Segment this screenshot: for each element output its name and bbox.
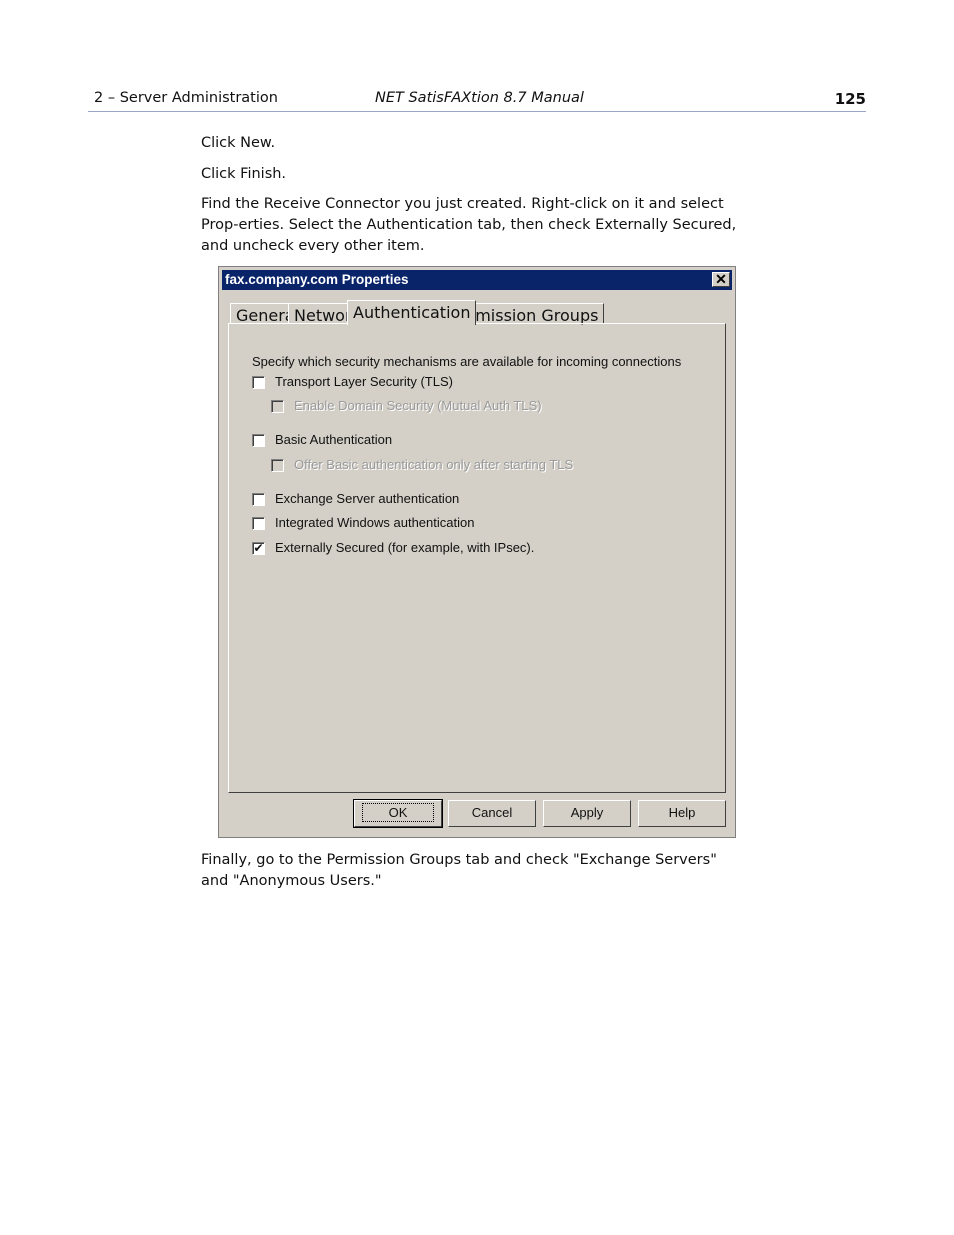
cancel-button[interactable]: Cancel bbox=[448, 800, 536, 827]
option-checkbox[interactable]: ✔ bbox=[252, 542, 265, 555]
step-click-new: Click New. bbox=[201, 135, 276, 151]
step-click-finish: Click Finish. bbox=[201, 166, 287, 182]
option-label: Basic Authentication bbox=[275, 432, 393, 447]
help-button[interactable]: Help bbox=[638, 800, 726, 827]
closing-instruction: Finally, go to the Permission Groups tab… bbox=[201, 852, 717, 889]
step-find-connector: Find the Receive Connector you just crea… bbox=[201, 196, 737, 254]
ok-button-label: OK bbox=[361, 803, 435, 822]
option-label: Offer Basic authentication only after st… bbox=[294, 457, 574, 472]
option-checkbox[interactable] bbox=[252, 434, 265, 447]
option-label: Externally Secured (for example, with IP… bbox=[275, 540, 535, 555]
dialog-title-bar: fax.company.com Properties ✕ bbox=[222, 270, 732, 290]
page-number: 125 bbox=[834, 90, 866, 108]
header-manual-title: NET SatisFAXtion 8.7 Manual bbox=[375, 90, 584, 106]
security-prompt: Specify which security mechanisms are av… bbox=[252, 354, 682, 369]
page-header: 2 – Server Administration NET SatisFAXti… bbox=[88, 89, 866, 112]
close-icon[interactable]: ✕ bbox=[712, 272, 730, 287]
dialog-title: fax.company.com Properties bbox=[225, 272, 409, 287]
option-checkbox[interactable] bbox=[252, 376, 265, 389]
option-checkbox[interactable] bbox=[252, 493, 265, 506]
header-section: 2 – Server Administration bbox=[94, 90, 278, 106]
option-checkbox bbox=[271, 400, 284, 413]
option-checkbox[interactable] bbox=[252, 517, 265, 530]
option-label: Enable Domain Security (Mutual Auth TLS) bbox=[294, 398, 542, 413]
option-label: Transport Layer Security (TLS) bbox=[275, 374, 453, 389]
ok-button[interactable]: OK bbox=[353, 799, 443, 828]
apply-button[interactable]: Apply bbox=[543, 800, 631, 827]
tab-authentication[interactable]: Authentication bbox=[347, 300, 477, 325]
option-label: Exchange Server authentication bbox=[275, 491, 460, 506]
option-label: Integrated Windows authentication bbox=[275, 515, 475, 530]
authentication-panel bbox=[228, 323, 726, 793]
option-checkbox bbox=[271, 459, 284, 472]
